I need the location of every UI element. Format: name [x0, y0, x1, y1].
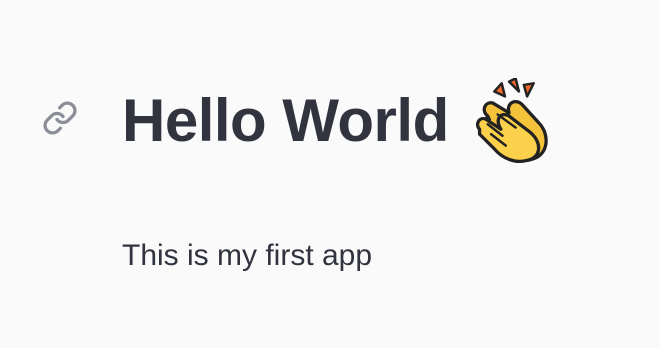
intro-text: This is my first app — [122, 239, 373, 272]
page-title-container: Hello World — [122, 78, 555, 164]
header-anchor-link[interactable] — [40, 98, 80, 138]
link-icon — [43, 101, 77, 135]
page-title: Hello World — [122, 87, 449, 154]
clapping-hands-icon — [475, 78, 548, 163]
